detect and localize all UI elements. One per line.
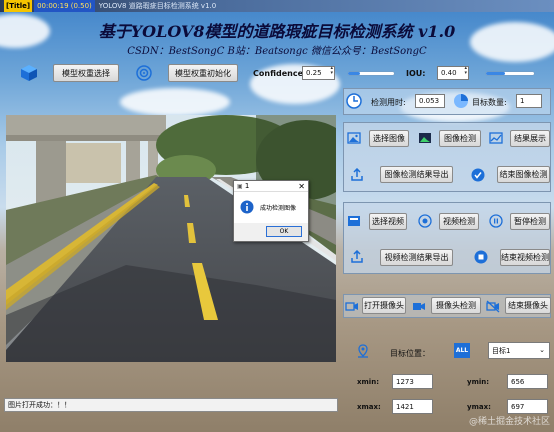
- detect-camera-button[interactable]: 摄像头检测: [431, 297, 481, 314]
- pause-icon: [489, 214, 503, 228]
- xmin-label: xmin:: [357, 378, 379, 386]
- pie-icon: [454, 94, 468, 108]
- time-value-field: 0.053: [415, 94, 445, 108]
- export-video-results-button[interactable]: 视频检测结果导出: [380, 249, 453, 266]
- open-camera-button[interactable]: 打开摄像头: [362, 297, 406, 314]
- camera-icon: [345, 302, 358, 311]
- dialog-title: 1: [244, 182, 250, 190]
- detect-video-button[interactable]: 视频检测: [439, 213, 479, 230]
- confidence-value: 0.25: [306, 69, 322, 77]
- all-badge-icon: ALL: [454, 343, 470, 358]
- iou-label: IOU:: [406, 69, 426, 78]
- time-value: 0.053: [419, 97, 440, 105]
- ok-button[interactable]: OK: [266, 226, 302, 237]
- titlebar-clock: 00:00:19 (0.50): [34, 0, 95, 12]
- confidence-slider[interactable]: [348, 72, 394, 75]
- ymax-value: 697: [511, 402, 525, 411]
- model-weight-init-button[interactable]: 模型权重初始化: [168, 64, 238, 82]
- xmax-field: 1421: [392, 399, 433, 414]
- xmin-value: 1273: [396, 377, 414, 386]
- model-weight-select-button[interactable]: 模型权重选择: [53, 64, 119, 82]
- select-video-button[interactable]: 选择视频: [369, 213, 407, 230]
- image-detect-icon: [419, 133, 431, 143]
- page-title: 基于YOLOV8模型的道路瑕疵目标检测系统 v1.0: [98, 22, 456, 41]
- target-select-value: 目标1: [492, 346, 511, 355]
- iou-value: 0.40: [441, 69, 457, 77]
- xmax-value: 1421: [396, 402, 414, 411]
- video-detect-icon: [418, 214, 432, 228]
- target-position-label: 目标位置：: [390, 349, 430, 358]
- ymin-field: 656: [507, 374, 548, 389]
- chevron-down-icon: ⌄: [539, 346, 545, 354]
- clock-icon: [346, 93, 362, 109]
- xmin-field: 1273: [392, 374, 433, 389]
- image-icon: [347, 132, 361, 144]
- iou-slider[interactable]: [486, 72, 534, 75]
- confidence-spinbox[interactable]: 0.25: [302, 66, 335, 80]
- info-icon: [240, 200, 254, 214]
- detect-image-button[interactable]: 图像检测: [439, 130, 481, 147]
- page-subtitle: CSDN：BestSongC B站：Beatsongc 微信公众号：BestSo…: [127, 46, 427, 57]
- ymax-field: 697: [507, 399, 548, 414]
- cube-icon: [21, 65, 37, 81]
- titlebar-badge: [Title]: [4, 0, 33, 12]
- end-image-detect-button[interactable]: 结束图像检测: [497, 166, 550, 183]
- export-icon: [351, 168, 363, 181]
- target-icon: [136, 65, 152, 81]
- ymax-label: ymax:: [467, 403, 491, 411]
- dialog-message: 成功检测图像: [260, 205, 297, 212]
- ymin-value: 656: [511, 377, 525, 386]
- watermark: @稀土掘金技术社区: [468, 417, 550, 427]
- message-dialog: ▣ 1 ✕ 成功检测图像 OK: [233, 180, 309, 242]
- export-image-results-button[interactable]: 图像检测结果导出: [380, 166, 453, 183]
- count-label: 目标数量:: [472, 98, 507, 107]
- location-icon: [358, 344, 368, 358]
- check-icon: [471, 168, 485, 182]
- dialog-titlebar: ▣ 1 ✕: [234, 181, 308, 192]
- target-select[interactable]: 目标1 ⌄: [488, 342, 550, 359]
- close-icon[interactable]: ✕: [298, 181, 305, 192]
- camera-off-icon: [486, 300, 500, 313]
- pause-detect-button[interactable]: 暂停检测: [510, 213, 550, 230]
- video-icon: [348, 216, 360, 226]
- xmax-label: xmax:: [357, 403, 381, 411]
- end-video-detect-button[interactable]: 结束视频检测: [500, 249, 550, 266]
- window-titlebar[interactable]: [Title] 00:00:19 (0.50) YOLOV8 道路瑕疵目标检测系统 …: [0, 0, 554, 12]
- stop-icon: [474, 250, 488, 264]
- window-title: YOLOV8 道路瑕疵目标检测系统 v1.0: [98, 2, 217, 10]
- iou-spinbox[interactable]: 0.40: [437, 66, 469, 80]
- confidence-label: Confidence: [253, 69, 304, 78]
- camera-detect-icon: [413, 303, 425, 310]
- show-results-button[interactable]: 结果展示: [510, 130, 550, 147]
- count-value: 1: [520, 97, 525, 105]
- select-image-button[interactable]: 选择图像: [369, 130, 409, 147]
- time-label: 检测用时:: [371, 98, 406, 107]
- cloud-decoration: [120, 88, 230, 116]
- app-icon: ▣: [237, 183, 243, 190]
- app-window: [Title] 00:00:19 (0.50) YOLOV8 道路瑕疵目标检测系统 …: [0, 0, 554, 432]
- close-camera-button[interactable]: 结束摄像头: [505, 297, 551, 314]
- chart-icon: [489, 132, 503, 144]
- video-export-icon: [351, 250, 363, 263]
- count-value-field: 1: [516, 94, 542, 108]
- ymin-label: ymin:: [467, 378, 490, 386]
- status-bar: 图片打开成功：！！: [4, 398, 338, 412]
